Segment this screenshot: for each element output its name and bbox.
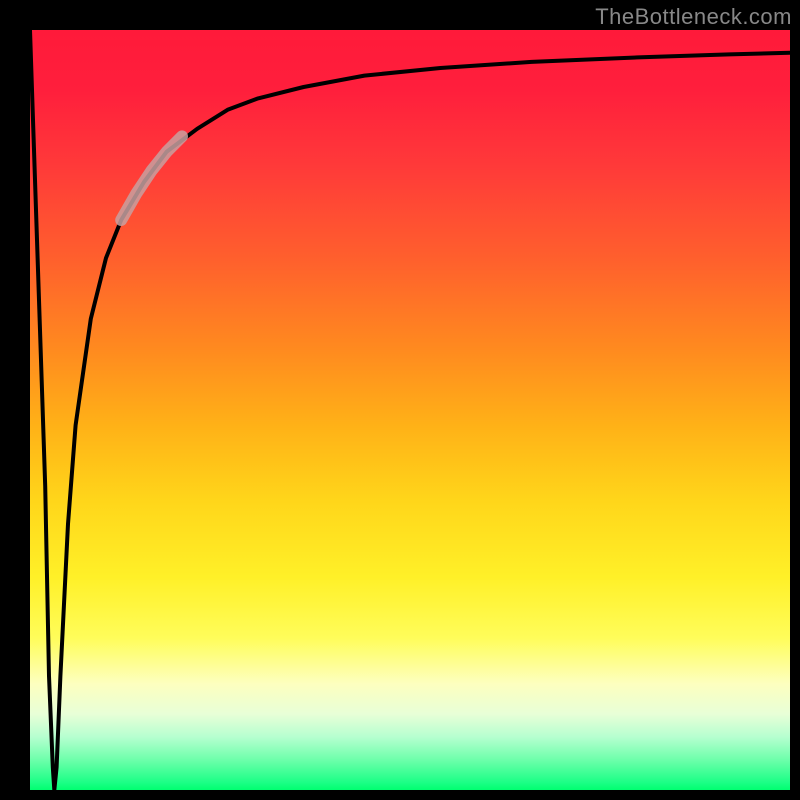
watermark-text: TheBottleneck.com (595, 4, 792, 30)
plot-area (30, 30, 790, 790)
chart-stage: TheBottleneck.com (0, 0, 800, 800)
gradient-background (30, 30, 790, 790)
